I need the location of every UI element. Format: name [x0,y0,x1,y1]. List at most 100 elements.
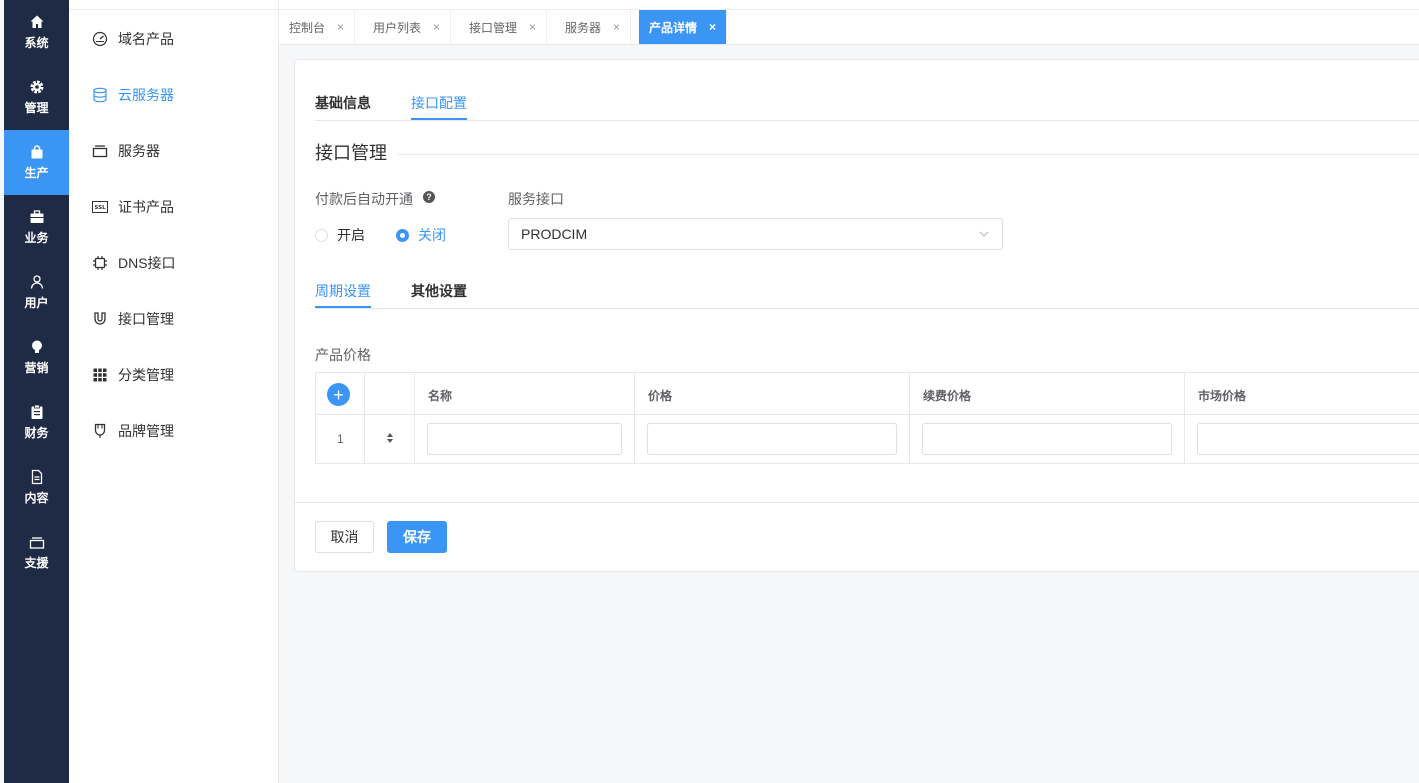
nav-item-user[interactable]: 用户 [4,260,69,325]
column-header-name: 名称 [428,389,453,403]
close-icon[interactable]: × [709,20,716,34]
cup-icon [91,422,109,440]
cancel-button[interactable]: 取消 [315,521,374,553]
tray-icon [29,534,45,550]
sidebar-item-label: 服务器 [118,143,160,159]
gear-icon [29,79,45,95]
service-api-label: 服务接口 [508,191,564,207]
tab-api-config[interactable]: 接口配置 [411,93,467,113]
sidebar-item-label: 云服务器 [118,87,174,103]
radio-enable[interactable]: 开启 [315,225,365,245]
tab-label: 产品详情 [649,20,698,35]
market-price-input[interactable] [1197,423,1419,455]
nav-item-label: 业务 [24,231,49,245]
column-header-price: 价格 [648,389,673,403]
nav-item-label: 用户 [24,296,49,310]
sidebar-item-certificate-product[interactable]: SSL 证书产品 [91,195,174,219]
nav-item-content[interactable]: 内容 [4,455,69,520]
sidebar-item-label: 域名产品 [118,31,174,47]
nav-item-support[interactable]: 支援 [4,520,69,585]
tab-cycle-settings[interactable]: 周期设置 [315,281,371,301]
tab-label: 服务器 [565,20,602,35]
nav-item-label: 内容 [24,491,49,505]
tab-label: 接口管理 [469,20,518,35]
divider [398,154,1419,155]
nav-item-label: 财务 [24,426,49,440]
divider [295,502,1419,503]
nav-item-label: 支援 [24,556,49,570]
nav-item-label: 生产 [24,166,49,180]
chevron-down-icon [979,231,989,237]
price-input[interactable] [647,423,897,455]
sidebar-item-brand-management[interactable]: 品牌管理 [91,419,174,443]
nav-item-finance[interactable]: 财务 [4,390,69,455]
tab-server[interactable]: 服务器 × [555,10,632,44]
divider [315,308,1419,309]
grid-icon [91,366,109,384]
divider [414,373,415,463]
close-icon[interactable]: × [337,20,344,34]
close-icon[interactable]: × [613,20,620,34]
divider [909,373,910,463]
database-icon [91,86,109,104]
add-row-button[interactable]: + [327,383,350,406]
radio-circle [315,228,328,242]
column-header-market-price: 市场价格 [1198,389,1247,403]
help-icon[interactable]: ? [423,191,435,203]
secondary-sidebar: 域名产品 云服务器 服务器 SSL 证书产品 DNS接口 接口管理 分类管理 品… [69,0,279,783]
sidebar-item-domain-product[interactable]: 域名产品 [91,27,174,51]
magnet-icon [91,310,109,328]
tab-product-detail[interactable]: 产品详情 × [639,10,728,44]
close-icon[interactable]: × [433,20,440,34]
icon-nav-bar: 系统 管理 生产 业务 用户 营销 财务 内容 支援 [4,0,69,783]
divider [634,373,635,463]
save-button[interactable]: 保存 [387,521,447,553]
chip-icon [91,254,109,272]
sidebar-item-label: 接口管理 [118,311,174,327]
sidebar-item-category-management[interactable]: 分类管理 [91,363,174,387]
sidebar-item-label: 品牌管理 [118,423,174,439]
radio-disable[interactable]: 关闭 [396,225,446,245]
product-detail-card: 基础信息 接口配置 接口管理 付款后自动开通 ? 服务接口 开启 关闭 PROD… [294,59,1419,572]
sidebar-item-label: 分类管理 [118,367,174,383]
sidebar-item-label: DNS接口 [118,255,176,271]
nav-item-label: 营销 [24,361,49,375]
divider [69,9,278,10]
tab-basic-info[interactable]: 基础信息 [315,93,371,113]
server-icon [91,142,109,160]
sidebar-item-api-management[interactable]: 接口管理 [91,307,174,331]
name-input[interactable] [427,423,622,455]
select-value: PRODCIM [521,226,588,242]
home-icon [29,14,45,30]
svg-text:SSL: SSL [94,205,106,211]
nav-item-label: 管理 [24,101,49,115]
nav-item-production[interactable]: 生产 [4,130,69,195]
tab-console[interactable]: 控制台 × [279,10,356,44]
bulb-icon [29,339,45,355]
renewal-price-input[interactable] [922,423,1172,455]
nav-item-marketing[interactable]: 营销 [4,325,69,390]
sidebar-item-dns-api[interactable]: DNS接口 [91,251,176,275]
nav-item-manage[interactable]: 管理 [4,65,69,130]
close-icon[interactable]: × [529,20,536,34]
sidebar-item-server[interactable]: 服务器 [91,139,160,163]
divider [364,373,365,463]
sidebar-item-cloud-server[interactable]: 云服务器 [91,83,174,107]
divider [315,120,1419,121]
price-table: + 名称 价格 续费价格 市场价格 1 [315,372,1419,464]
sort-icon[interactable] [386,432,394,444]
tabs-bar: 控制台 × 用户列表 × 接口管理 × 服务器 × 产品详情 × [279,0,1419,45]
tab-other-settings[interactable]: 其他设置 [411,281,467,301]
row-index: 1 [337,432,344,446]
tab-api-management[interactable]: 接口管理 × [459,10,548,44]
ssl-icon: SSL [91,198,109,216]
service-api-select[interactable]: PRODCIM [508,218,1003,250]
briefcase-icon [29,209,45,225]
gauge-icon [91,30,109,48]
tab-label: 控制台 [289,20,326,35]
bag-icon [29,144,45,160]
nav-item-system[interactable]: 系统 [4,0,69,65]
tab-user-list[interactable]: 用户列表 × [363,10,452,44]
divider [1184,373,1185,463]
nav-item-business[interactable]: 业务 [4,195,69,260]
